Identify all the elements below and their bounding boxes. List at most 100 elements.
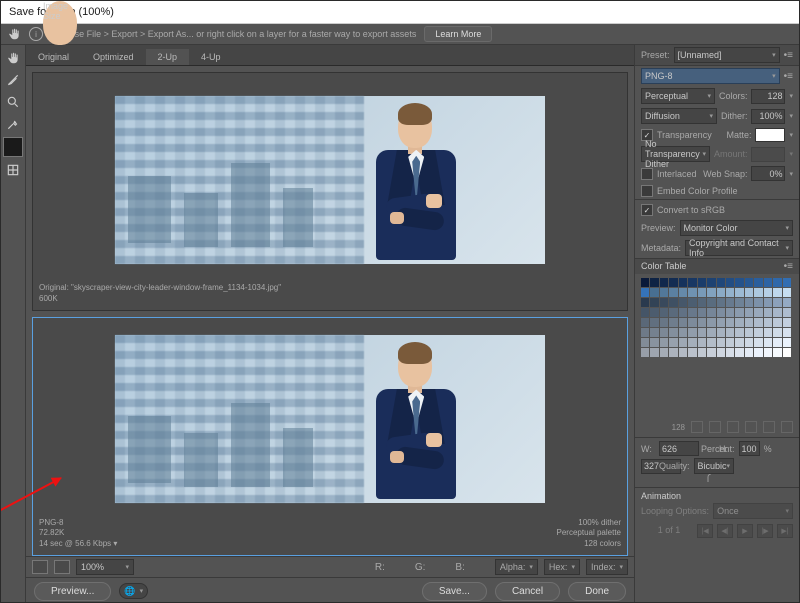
hand-tool-icon[interactable] bbox=[4, 49, 22, 67]
color-swatch[interactable] bbox=[660, 328, 668, 337]
color-swatch[interactable] bbox=[764, 278, 772, 287]
interlaced-checkbox[interactable] bbox=[641, 168, 653, 180]
color-swatch[interactable] bbox=[688, 288, 696, 297]
color-swatch[interactable] bbox=[688, 298, 696, 307]
color-table-grid[interactable] bbox=[641, 278, 791, 357]
color-swatch[interactable] bbox=[773, 278, 781, 287]
color-swatch[interactable] bbox=[641, 348, 649, 357]
color-swatch[interactable] bbox=[707, 348, 715, 357]
color-swatch[interactable] bbox=[707, 288, 715, 297]
color-swatch[interactable] bbox=[669, 288, 677, 297]
color-swatch[interactable] bbox=[754, 308, 762, 317]
color-swatch[interactable] bbox=[735, 288, 743, 297]
color-swatch[interactable] bbox=[745, 308, 753, 317]
color-swatch[interactable] bbox=[679, 278, 687, 287]
color-swatch[interactable] bbox=[688, 338, 696, 347]
color-swatch[interactable] bbox=[735, 298, 743, 307]
color-swatch[interactable] bbox=[660, 298, 668, 307]
preset-dropdown[interactable]: [Unnamed]▾ bbox=[674, 47, 780, 63]
matte-swatch[interactable] bbox=[755, 128, 785, 142]
color-swatch[interactable] bbox=[735, 318, 743, 327]
eyedropper-tool-icon[interactable] bbox=[4, 115, 22, 133]
color-swatch[interactable] bbox=[754, 288, 762, 297]
color-swatch[interactable] bbox=[745, 328, 753, 337]
embed-profile-checkbox[interactable] bbox=[641, 185, 653, 197]
colortable-menu-icon[interactable]: •≡ bbox=[784, 261, 793, 272]
color-swatch[interactable] bbox=[726, 278, 734, 287]
color-swatch[interactable] bbox=[669, 338, 677, 347]
cancel-button[interactable]: Cancel bbox=[495, 582, 560, 601]
color-swatch[interactable] bbox=[783, 318, 791, 327]
color-swatch[interactable] bbox=[773, 338, 781, 347]
color-swatch[interactable] bbox=[669, 348, 677, 357]
color-swatch[interactable] bbox=[773, 288, 781, 297]
color-swatch[interactable] bbox=[754, 348, 762, 357]
color-swatch[interactable] bbox=[726, 348, 734, 357]
convert-srgb-checkbox[interactable] bbox=[641, 204, 653, 216]
color-swatch[interactable] bbox=[764, 288, 772, 297]
color-swatch[interactable] bbox=[707, 278, 715, 287]
color-swatch[interactable] bbox=[735, 308, 743, 317]
color-swatch[interactable] bbox=[726, 318, 734, 327]
color-swatch[interactable] bbox=[679, 298, 687, 307]
alpha-dropdown[interactable]: Alpha:▾ bbox=[495, 559, 538, 575]
dither-input[interactable]: 100% bbox=[751, 109, 785, 124]
colors-input[interactable]: 128 bbox=[751, 89, 785, 104]
color-swatch[interactable] bbox=[650, 328, 658, 337]
color-swatch[interactable] bbox=[764, 308, 772, 317]
dither-method-dropdown[interactable]: Diffusion▾ bbox=[641, 108, 717, 124]
color-swatch[interactable] bbox=[707, 308, 715, 317]
color-swatch[interactable] bbox=[707, 338, 715, 347]
browser-preview-icon[interactable] bbox=[54, 560, 70, 574]
color-swatch[interactable] bbox=[764, 328, 772, 337]
color-swatch[interactable] bbox=[717, 318, 725, 327]
preset-menu-icon[interactable]: •≡ bbox=[784, 50, 793, 61]
color-swatch[interactable] bbox=[726, 298, 734, 307]
color-swatch[interactable] bbox=[650, 318, 658, 327]
color-swatch[interactable] bbox=[726, 338, 734, 347]
done-button[interactable]: Done bbox=[568, 582, 626, 601]
color-swatch[interactable] bbox=[669, 328, 677, 337]
color-swatch[interactable] bbox=[773, 308, 781, 317]
reduction-dropdown[interactable]: Perceptual▾ bbox=[641, 88, 715, 104]
color-swatch[interactable] bbox=[773, 348, 781, 357]
color-swatch[interactable] bbox=[754, 278, 762, 287]
ct-icon-2[interactable] bbox=[709, 421, 721, 433]
color-swatch[interactable] bbox=[688, 348, 696, 357]
color-swatch[interactable] bbox=[773, 298, 781, 307]
color-swatch[interactable] bbox=[717, 278, 725, 287]
zoom-dropdown[interactable]: 100%▾ bbox=[76, 559, 134, 575]
color-swatch[interactable] bbox=[650, 338, 658, 347]
color-swatch[interactable] bbox=[783, 348, 791, 357]
color-swatch[interactable] bbox=[698, 338, 706, 347]
color-swatch[interactable] bbox=[783, 298, 791, 307]
hex-dropdown[interactable]: Hex:▾ bbox=[544, 559, 580, 575]
color-swatch[interactable] bbox=[773, 328, 781, 337]
websnap-input[interactable]: 0% bbox=[751, 166, 785, 181]
color-swatch[interactable] bbox=[688, 318, 696, 327]
color-swatch[interactable] bbox=[669, 298, 677, 307]
color-swatch[interactable] bbox=[698, 328, 706, 337]
color-swatch[interactable] bbox=[650, 288, 658, 297]
color-swatch[interactable] bbox=[745, 278, 753, 287]
color-swatch[interactable] bbox=[698, 298, 706, 307]
ct-new-icon[interactable] bbox=[763, 421, 775, 433]
color-swatch[interactable] bbox=[641, 298, 649, 307]
slice-visibility-icon[interactable] bbox=[4, 161, 22, 179]
color-swatch[interactable] bbox=[679, 338, 687, 347]
color-swatch[interactable] bbox=[735, 338, 743, 347]
optimized-preview-pane[interactable]: PNG-8 72.82K 14 sec @ 56.6 Kbps ▾ 100% d… bbox=[32, 317, 628, 556]
color-swatch[interactable] bbox=[717, 348, 725, 357]
color-swatch[interactable] bbox=[641, 278, 649, 287]
color-swatch[interactable] bbox=[764, 348, 772, 357]
color-swatch[interactable] bbox=[754, 338, 762, 347]
color-swatch[interactable] bbox=[773, 318, 781, 327]
color-swatch[interactable] bbox=[641, 288, 649, 297]
color-swatch[interactable] bbox=[679, 348, 687, 357]
quality-dropdown[interactable]: Bicubic▾ bbox=[694, 458, 735, 474]
slice-tool-icon[interactable] bbox=[4, 71, 22, 89]
color-swatch[interactable] bbox=[783, 288, 791, 297]
color-swatch[interactable] bbox=[660, 338, 668, 347]
color-swatch[interactable] bbox=[688, 328, 696, 337]
color-swatch[interactable] bbox=[783, 278, 791, 287]
